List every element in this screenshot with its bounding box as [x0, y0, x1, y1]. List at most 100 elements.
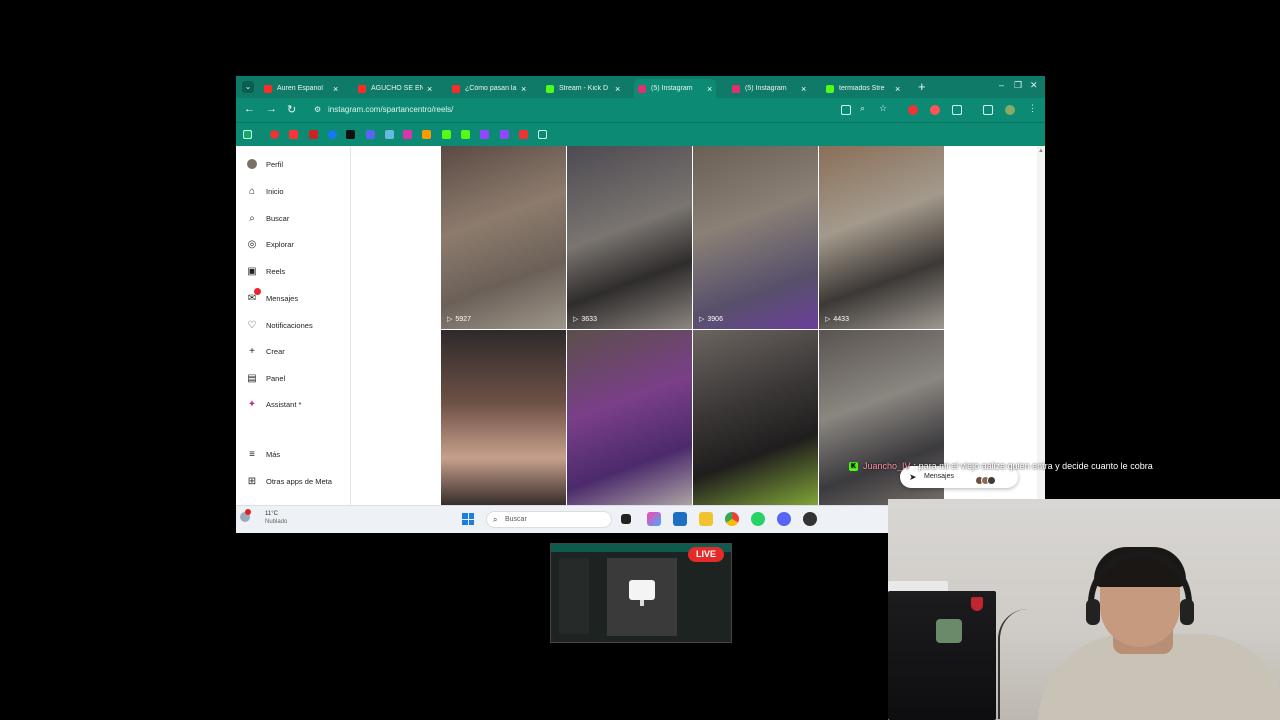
sidebar-item-notificaciones[interactable]: ♡ Notificaciones [246, 318, 313, 332]
kebab-menu-icon[interactable]: ⋮ [1028, 103, 1037, 114]
live-badge: LIVE [688, 547, 724, 562]
bookmark-icon[interactable] [270, 130, 279, 139]
discord-icon[interactable] [777, 512, 791, 526]
cast-icon[interactable] [841, 105, 851, 115]
weather-widget[interactable]: 11°C Nublado [265, 510, 287, 526]
taskbar-search-placeholder: Buscar [505, 516, 527, 523]
scroll-up-icon[interactable]: ▲ [1038, 148, 1044, 154]
extension-icon[interactable] [930, 105, 940, 115]
sidebar-item-label: Inicio [266, 186, 284, 196]
back-icon[interactable]: ← [244, 103, 255, 115]
sidebar-item-reels[interactable]: ▣ Reels [246, 264, 285, 278]
address-bar[interactable]: ⚙ instagram.com/spartancentro/reels/ [312, 102, 832, 118]
instagram-icon[interactable] [403, 130, 412, 139]
reel-thumbnail[interactable]: ▷ 4433 [819, 146, 944, 329]
bookmark-icon[interactable] [385, 130, 394, 139]
bookmark-icon[interactable] [422, 130, 431, 139]
webcam-feed [888, 499, 1280, 720]
weather-desc: Nublado [265, 519, 288, 525]
tab-title: termiados Stre [839, 85, 885, 92]
taskbar-search-input[interactable]: ⌕ Buscar [486, 511, 612, 528]
sidebar-item-panel[interactable]: ▤ Panel [246, 371, 285, 385]
kick-icon[interactable] [461, 130, 470, 139]
close-icon[interactable]: × [427, 84, 432, 94]
bookmark-icon[interactable] [519, 130, 528, 139]
webcam-pc-case [888, 591, 996, 720]
kick-icon[interactable] [442, 130, 451, 139]
instagram-page: Perfil ⌂ Inicio ⌕ Buscar ◎ Explorar ▣ Re… [236, 146, 1045, 513]
sidebar-item-assistant[interactable]: ✦ Assistant * [246, 397, 302, 411]
page-scrollbar[interactable] [1037, 146, 1045, 509]
reel-thumbnail[interactable]: ▷ 3633 [567, 146, 692, 329]
site-info-icon[interactable]: ⚙ [314, 102, 321, 118]
sidebar-item-crear[interactable]: + Crear [246, 344, 285, 358]
tab-title: ¿Cómo pasan la [465, 85, 517, 92]
minimize-icon[interactable]: – [999, 80, 1004, 90]
twitch-icon[interactable] [500, 130, 509, 139]
reel-thumbnail[interactable] [441, 330, 566, 513]
reel-thumbnail[interactable] [693, 330, 818, 513]
tab[interactable]: Stream - Kick D × [542, 79, 624, 98]
close-icon[interactable]: × [707, 84, 712, 94]
x-icon[interactable] [346, 130, 355, 139]
avatar-icon [246, 158, 258, 170]
reel-thumbnail[interactable]: ▷ 5927 [441, 146, 566, 329]
reel-thumbnail[interactable]: ▷ 3906 [693, 146, 818, 329]
chrome-icon[interactable] [725, 512, 739, 526]
dashboard-icon: ▤ [247, 372, 257, 384]
tab[interactable]: ¿Cómo pasan la × [448, 79, 530, 98]
sidebar-item-label: Assistant * [266, 399, 302, 409]
tab[interactable]: AGUCHO SE EN × [354, 79, 436, 98]
tab[interactable]: (5) Instagram × [728, 79, 810, 98]
tab-strip: ⌄ Auren Espanol × AGUCHO SE EN × ¿Cómo p… [236, 76, 1045, 98]
close-window-icon[interactable]: ✕ [1030, 80, 1038, 91]
play-icon: ▷ [825, 316, 831, 323]
chat-overlay: K Juancho_IV : para mi el viejo aaliza q… [849, 461, 1153, 471]
sidebar-item-inicio[interactable]: ⌂ Inicio [246, 184, 284, 198]
windows-start-icon[interactable] [462, 513, 474, 525]
compass-icon: ◎ [247, 238, 257, 250]
media-icon[interactable] [983, 105, 993, 115]
close-icon[interactable]: × [895, 84, 900, 94]
discord-icon[interactable] [366, 130, 375, 139]
extension-icon[interactable] [908, 105, 918, 115]
whatsapp-icon[interactable] [751, 512, 765, 526]
reel-thumbnail[interactable] [567, 330, 692, 513]
reload-icon[interactable]: ↻ [287, 103, 296, 116]
tab[interactable]: Auren Espanol × [260, 79, 342, 98]
bookmark-icon[interactable] [309, 130, 318, 139]
store-icon[interactable] [673, 512, 687, 526]
sidebar-item-explorar[interactable]: ◎ Explorar [246, 237, 294, 251]
copilot-icon[interactable] [647, 512, 661, 526]
close-icon[interactable]: × [615, 84, 620, 94]
bookmark-star-icon[interactable]: ☆ [879, 103, 887, 114]
stream-screen: ⌄ Auren Espanol × AGUCHO SE EN × ¿Cómo p… [0, 0, 1280, 720]
profile-avatar-icon[interactable] [1005, 105, 1015, 115]
sidebar-item-label: Perfil [266, 159, 284, 169]
close-icon[interactable]: × [521, 84, 526, 94]
youtube-icon[interactable] [289, 130, 298, 139]
sidebar-item-mas[interactable]: ≡ Más [246, 447, 280, 461]
task-view-icon[interactable] [621, 514, 631, 524]
sidebar-item-buscar[interactable]: ⌕ Buscar [246, 211, 289, 225]
sidebar-item-mensajes[interactable]: ✉ Mensajes [246, 288, 298, 305]
obs-icon[interactable] [803, 512, 817, 526]
new-tab-icon[interactable]: + [918, 79, 926, 94]
twitch-icon[interactable] [480, 130, 489, 139]
tab[interactable]: termiados Stre × [822, 79, 904, 98]
close-icon[interactable]: × [333, 84, 338, 94]
facebook-icon[interactable] [328, 130, 337, 139]
restore-icon[interactable]: ❐ [1014, 80, 1022, 91]
sidebar-item-perfil[interactable]: Perfil [246, 157, 283, 171]
sidebar-item-otras-apps[interactable]: ⊞ Otras apps de Meta [246, 474, 332, 488]
apps-grid-icon[interactable] [243, 130, 252, 139]
close-icon[interactable]: × [801, 84, 806, 94]
forward-icon[interactable]: → [266, 103, 277, 115]
tab-search-icon[interactable]: ⌄ [242, 81, 254, 93]
zoom-icon[interactable]: ⌕ [860, 103, 865, 114]
tab-active[interactable]: (5) Instagram × [634, 79, 717, 98]
folder-icon[interactable] [538, 130, 547, 139]
file-explorer-icon[interactable] [699, 512, 713, 526]
view-count-text: 4433 [833, 315, 849, 323]
extensions-puzzle-icon[interactable] [952, 105, 962, 115]
